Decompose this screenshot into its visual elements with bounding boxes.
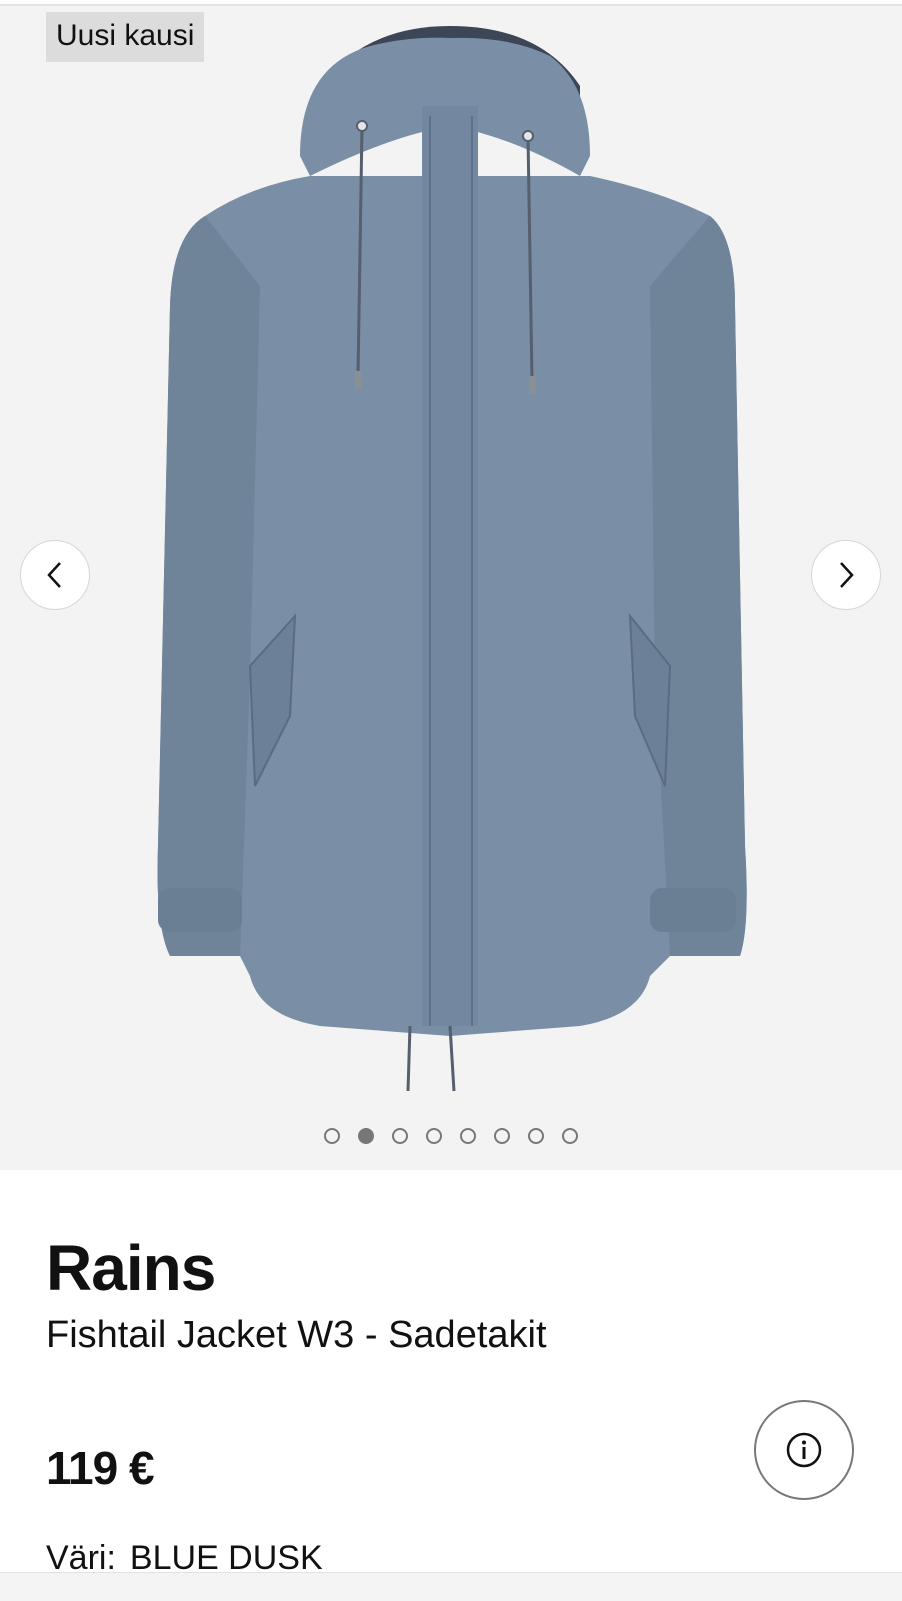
price-info-button[interactable] [754,1400,854,1500]
carousel-dot[interactable] [528,1128,544,1144]
bottom-bar [0,1572,902,1601]
carousel-dot[interactable] [460,1128,476,1144]
product-image [157,26,747,1092]
brand-name[interactable]: Rains [46,1232,216,1304]
chevron-right-icon [840,562,854,588]
previous-image-button[interactable] [20,540,90,610]
carousel-indicators [0,1128,902,1152]
product-gallery[interactable]: Uusi kausi [0,6,902,1170]
info-icon [786,1432,822,1468]
carousel-dot[interactable] [392,1128,408,1144]
carousel-dot[interactable] [494,1128,510,1144]
carousel-dot[interactable] [426,1128,442,1144]
carousel-dot[interactable] [358,1128,374,1144]
carousel-dot[interactable] [324,1128,340,1144]
product-title: Fishtail Jacket W3 - Sadetakit [46,1314,547,1356]
chevron-left-icon [47,562,61,588]
next-image-button[interactable] [811,540,881,610]
product-price: 119 € [46,1442,155,1494]
new-season-badge: Uusi kausi [46,12,205,62]
carousel-dot[interactable] [562,1128,578,1144]
